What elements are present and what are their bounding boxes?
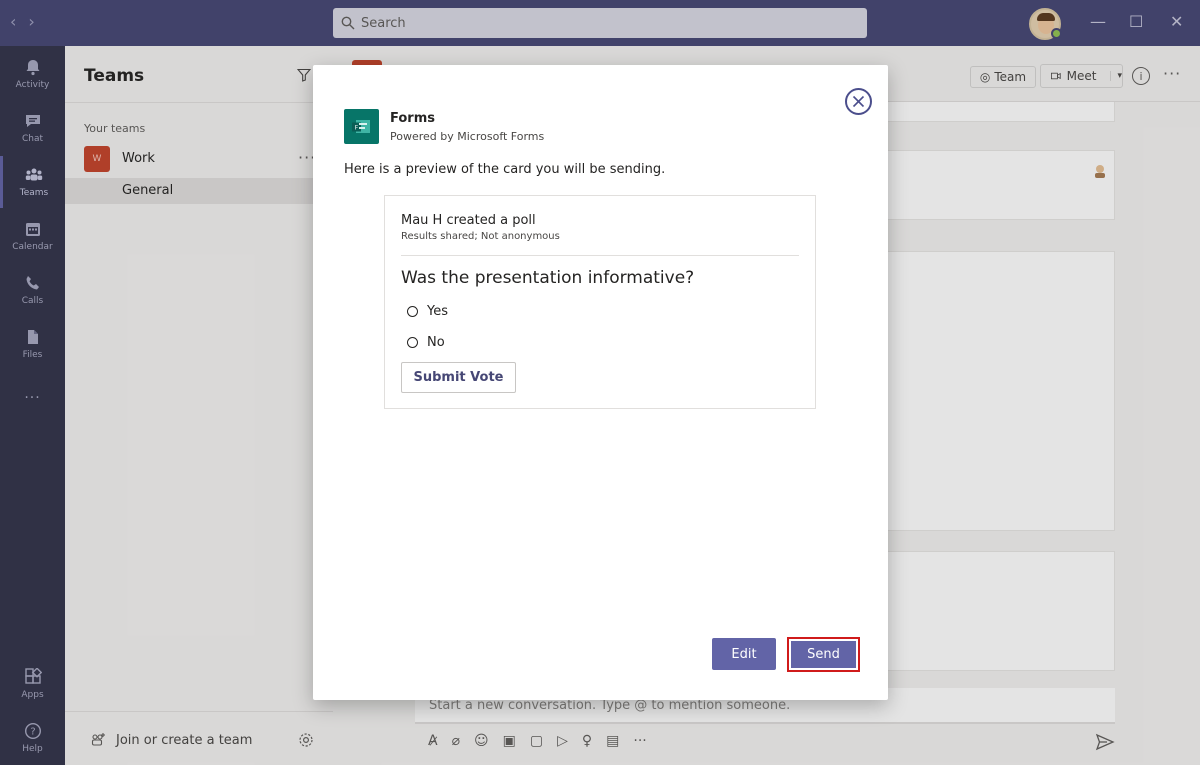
forms-app-icon: F — [344, 109, 379, 144]
send-button[interactable]: Send — [791, 641, 856, 668]
edit-button[interactable]: Edit — [712, 638, 776, 670]
radio-button[interactable] — [407, 306, 418, 317]
poll-option-yes[interactable]: Yes — [407, 304, 448, 319]
divider — [401, 255, 799, 256]
poll-settings: Results shared; Not anonymous — [401, 231, 560, 242]
app-name: Forms — [390, 111, 435, 126]
poll-question: Was the presentation informative? — [401, 268, 695, 288]
preview-description: Here is a preview of the card you will b… — [344, 162, 666, 177]
app-subtitle: Powered by Microsoft Forms — [390, 130, 545, 143]
forms-logo-icon: F — [352, 120, 370, 133]
close-icon — [852, 95, 865, 108]
option-label: Yes — [427, 304, 448, 319]
svg-text:F: F — [355, 125, 359, 132]
poll-card-preview: Mau H created a poll Results shared; Not… — [384, 195, 816, 409]
submit-vote-button[interactable]: Submit Vote — [401, 362, 516, 393]
poll-creator: Mau H created a poll — [401, 213, 536, 228]
radio-button[interactable] — [407, 337, 418, 348]
close-dialog-button[interactable] — [845, 88, 872, 115]
send-button-highlight: Send — [787, 637, 860, 672]
poll-option-no[interactable]: No — [407, 335, 445, 350]
option-label: No — [427, 335, 445, 350]
forms-dialog: F Forms Powered by Microsoft Forms Here … — [313, 65, 888, 700]
